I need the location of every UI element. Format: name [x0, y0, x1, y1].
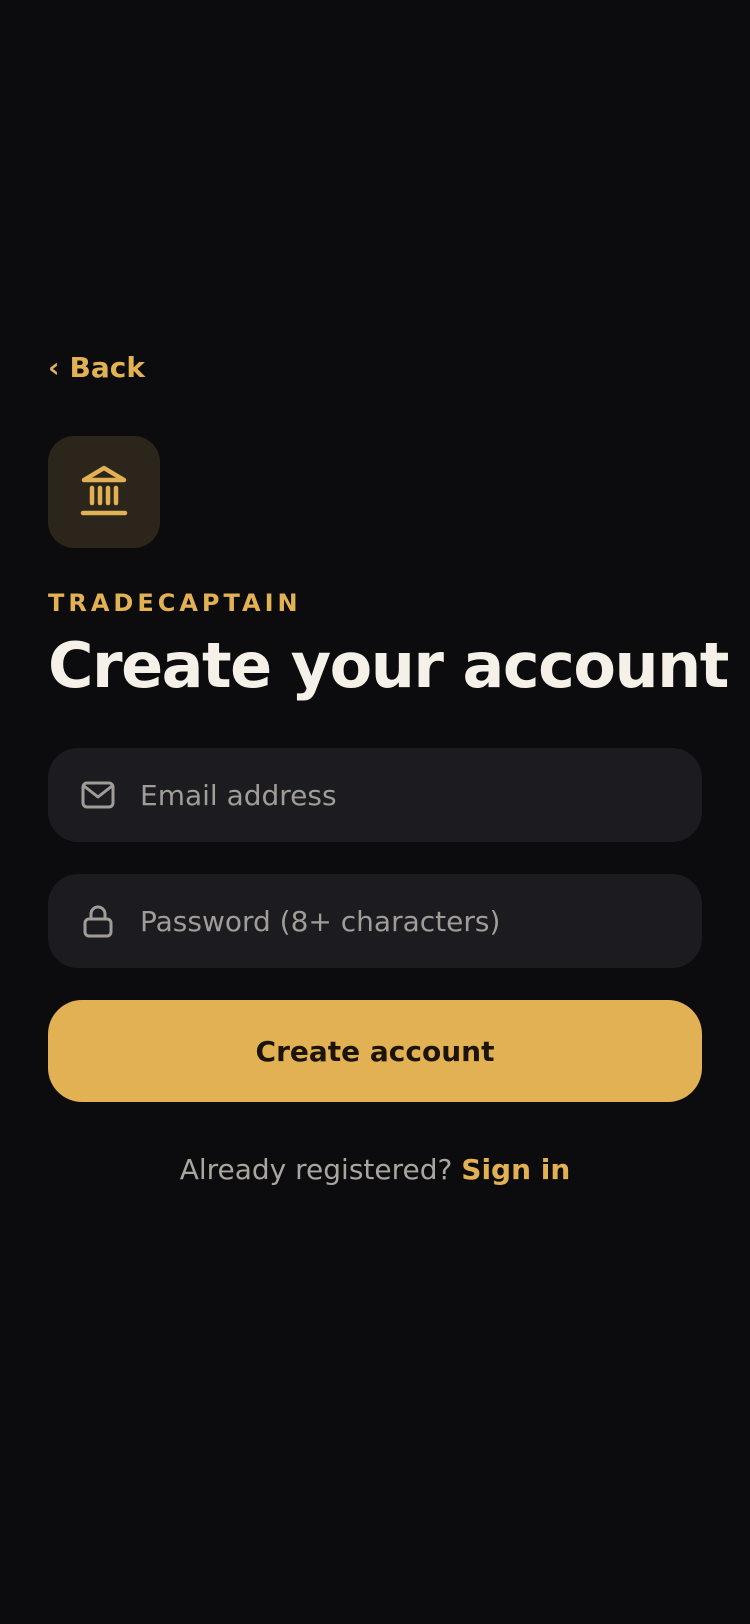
signin-prompt: Already registered?: [179, 1153, 453, 1186]
email-input[interactable]: [140, 748, 702, 842]
brand-name: TRADECAPTAIN: [48, 589, 302, 617]
back-label: Back: [69, 351, 146, 384]
brand-logo-tile: [48, 436, 160, 548]
bank-icon: [80, 463, 128, 521]
password-input[interactable]: [140, 874, 702, 968]
signin-link[interactable]: Sign in: [461, 1153, 570, 1186]
back-button[interactable]: ‹ Back: [48, 348, 145, 388]
lock-icon: [80, 903, 116, 939]
email-field[interactable]: [48, 748, 702, 842]
page-title: Create your account: [48, 629, 729, 702]
signin-row: Already registered? Sign in: [0, 1150, 750, 1190]
mail-icon: [80, 777, 116, 813]
chevron-left-icon: ‹: [48, 351, 60, 384]
password-field[interactable]: [48, 874, 702, 968]
create-account-button[interactable]: Create account: [48, 1000, 702, 1102]
